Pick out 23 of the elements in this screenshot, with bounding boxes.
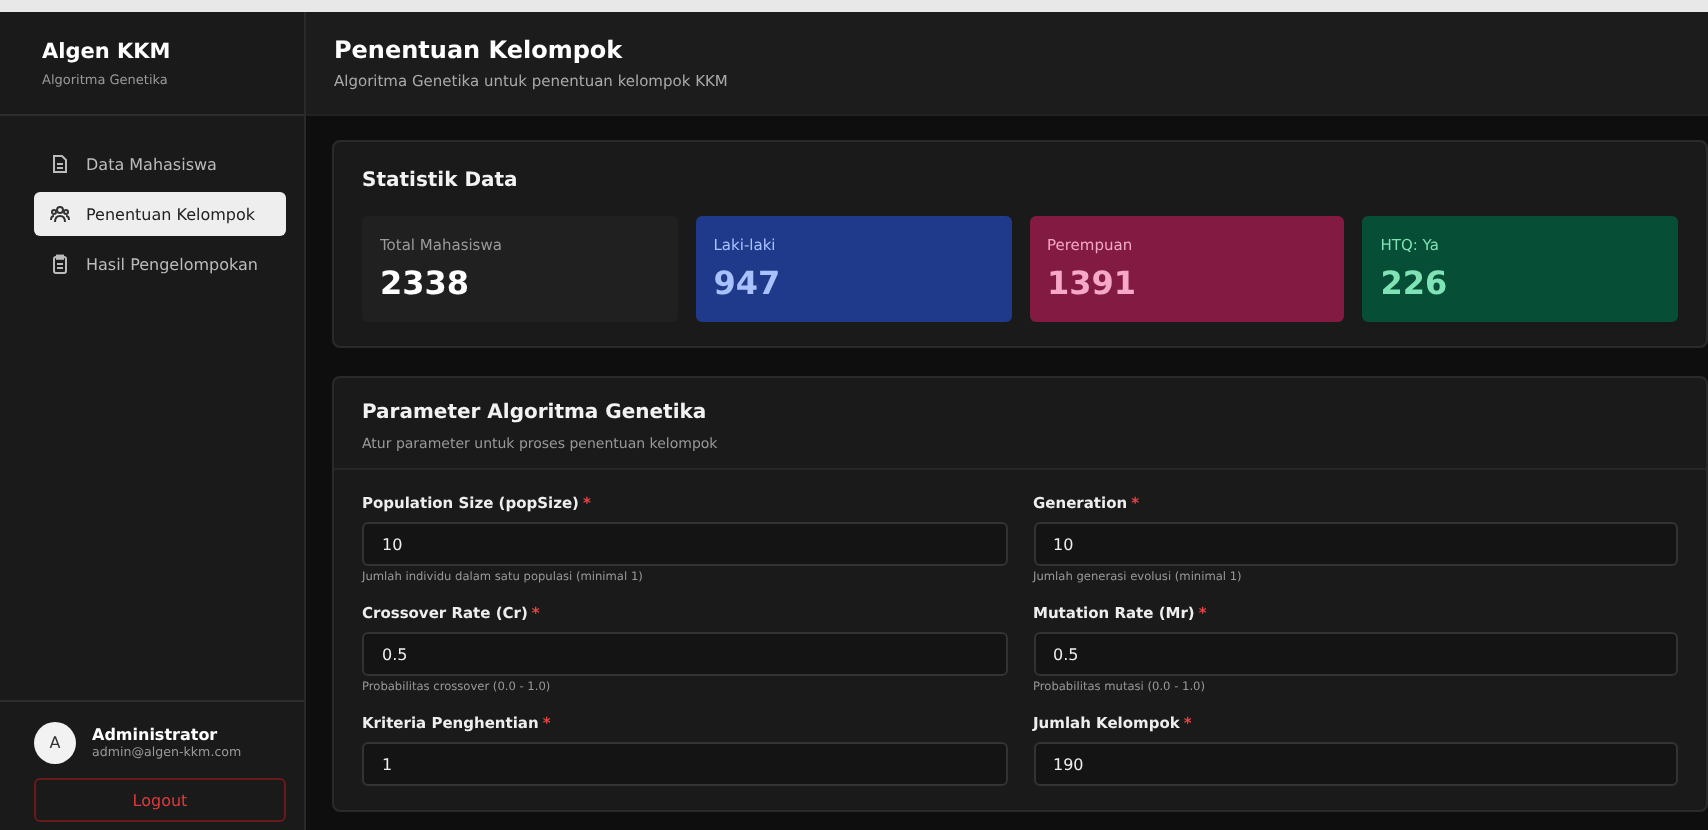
app-title: Algen KKM [42,40,173,64]
stat-value: 226 [1380,264,1450,302]
user-avatar: A [34,722,76,764]
input-field[interactable]: 0.5 [1033,632,1678,676]
sidebar-item[interactable]: Penentuan Kelompok [34,192,286,236]
input-field[interactable]: 10 [1033,522,1678,566]
user-name: Administrator [92,726,220,744]
input-field[interactable]: 1 [362,742,1007,786]
document-icon [50,154,70,174]
input-field[interactable]: 10 [362,522,1007,566]
stat-value: 947 [713,264,783,302]
sidebar-item[interactable]: Data Mahasiswa [34,142,286,186]
clipboard-icon [50,254,70,274]
stat-value: 2338 [380,264,472,302]
card-title: Parameter Algoritma Genetika [362,402,709,424]
stat-value: 1391 [1047,264,1139,302]
input-field[interactable]: 0.5 [362,632,1007,676]
page-title: Penentuan Kelompok [334,36,625,64]
input-field[interactable]: 190 [1033,742,1678,786]
users-icon [50,204,70,224]
sidebar-item[interactable]: Hasil Pengelompokan [34,242,286,286]
logout-button[interactable]: Logout [34,778,286,822]
card-title: Statistik Data [362,170,520,192]
